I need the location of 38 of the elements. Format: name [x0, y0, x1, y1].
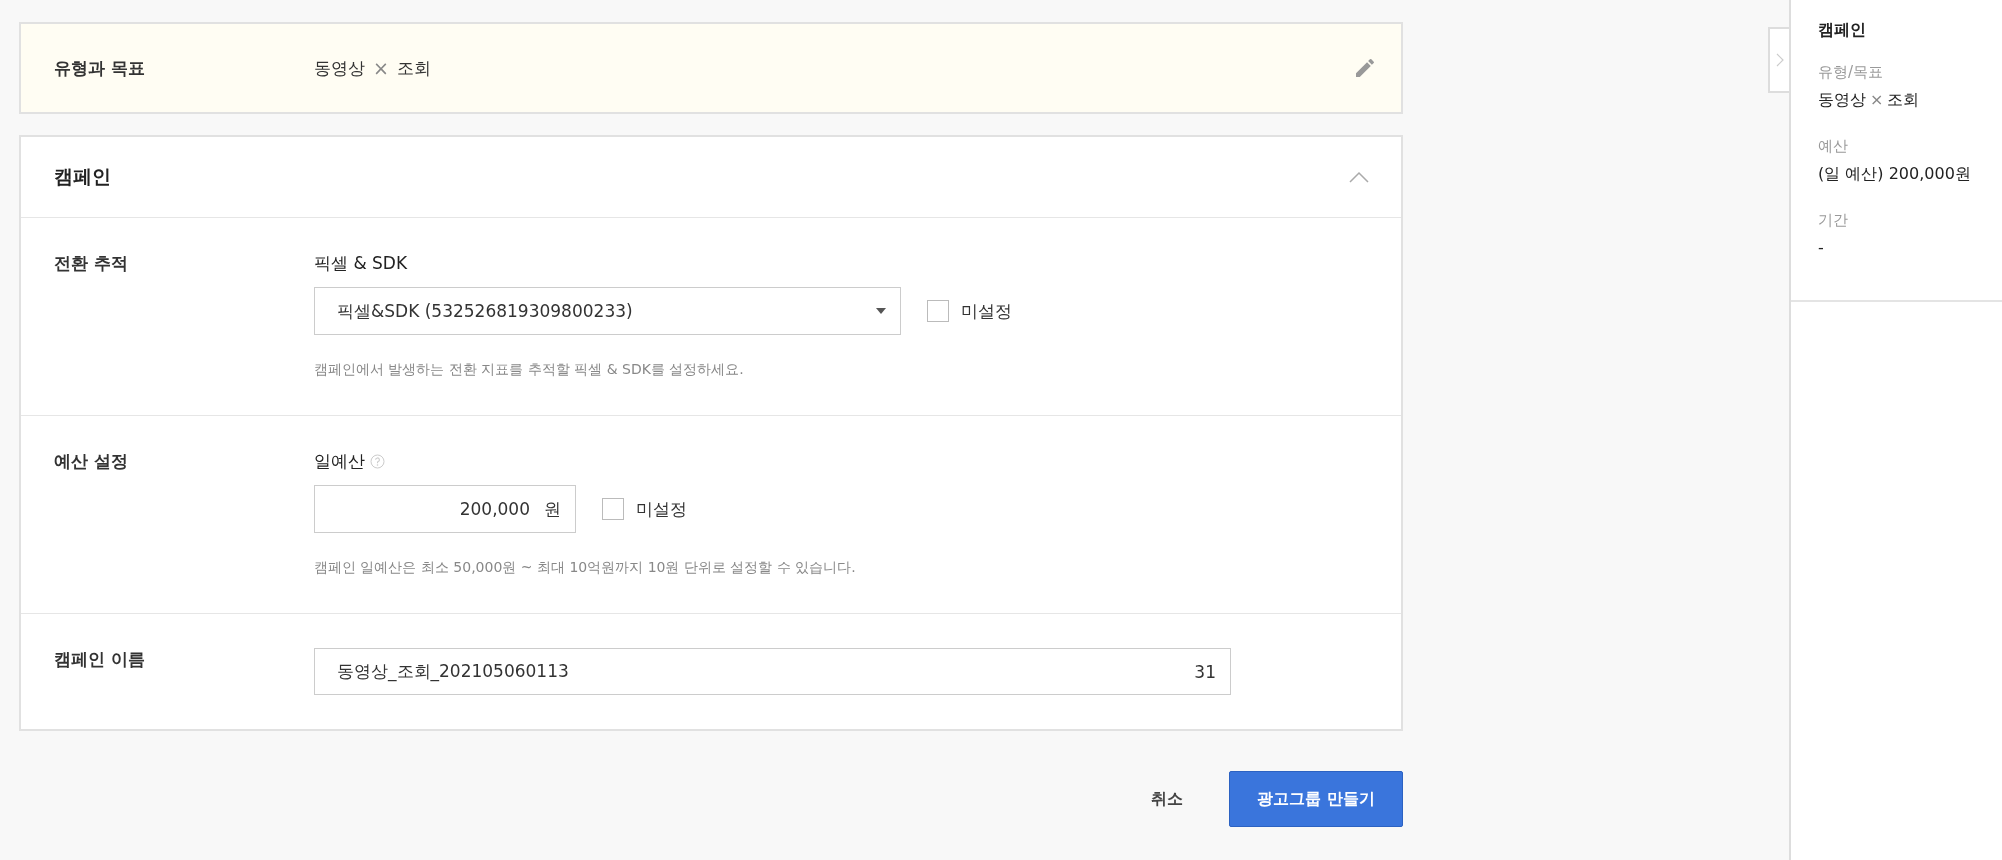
summary-title: 캠페인 [1818, 20, 1867, 41]
goal-text: 조회 [1887, 90, 1920, 111]
create-button[interactable]: 광고그룹 만들기 [1229, 771, 1403, 827]
separator-text: × [1870, 90, 1884, 111]
section-title: 캠페인 [54, 164, 111, 189]
type-text: 동영상 [1818, 90, 1866, 111]
caret-icon [876, 308, 886, 314]
edit-icon[interactable] [1353, 56, 1377, 80]
summary-value: - [1818, 238, 1825, 257]
row-label: 전환 추적 [54, 252, 129, 275]
help-icon[interactable] [370, 454, 385, 469]
type-text: 동영상 [314, 56, 365, 80]
field-label: 일예산 [314, 450, 365, 473]
checkbox[interactable] [927, 300, 949, 322]
summary-label: 기간 [1818, 211, 1849, 230]
row-label: 캠페인 이름 [54, 648, 146, 671]
summary-value: (일 예산) 200,000원 [1818, 164, 1972, 185]
checkbox-label: 미설정 [636, 497, 687, 521]
cancel-button[interactable]: 취소 [1145, 787, 1189, 811]
chevron-right-icon [1775, 53, 1784, 67]
hint-text: 캠페인에서 발생하는 전환 지표를 추적할 픽셀 & SDK를 설정하세요. [314, 361, 745, 379]
field-label: 픽셀 & SDK [314, 252, 408, 275]
dropdown[interactable]: 픽셀&SDK (532526819309800233) [314, 287, 901, 335]
row-label: 예산 설정 [54, 450, 129, 473]
name-field[interactable]: 동영상_조회_202105060113 31 [314, 648, 1231, 695]
checkbox[interactable] [602, 498, 624, 520]
row-label: 유형과 목표 [54, 56, 146, 80]
separator-text: × [373, 57, 389, 79]
checkbox-label: 미설정 [961, 299, 1012, 323]
hint-text: 캠페인 일예산은 최소 50,000원 ~ 최대 10억원까지 10원 단위로 설정할 수 있습니다. [314, 559, 857, 577]
goal-text: 조회 [396, 56, 431, 80]
amount-field[interactable]: 200,000 원 [314, 485, 576, 533]
counter-text: 31 [1194, 661, 1216, 682]
summary-label: 유형/목표 [1818, 63, 1885, 82]
summary-label: 예산 [1818, 137, 1849, 156]
panel-toggle-button[interactable] [1768, 27, 1789, 93]
collapse-icon[interactable] [1349, 171, 1369, 183]
unit-text: 원 [544, 497, 561, 521]
